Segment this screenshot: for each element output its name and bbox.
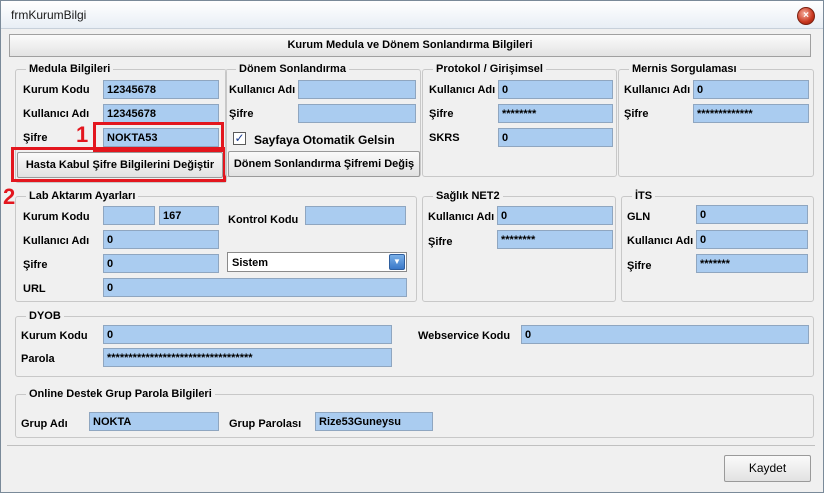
mernis-kullanici-adi-input[interactable]: 0: [693, 80, 809, 99]
save-button[interactable]: Kaydet: [724, 455, 811, 482]
saglik-sifre-label: Şifre: [428, 236, 453, 248]
its-kullanici-adi-label: Kullanıcı Adı: [627, 235, 694, 247]
lab-system-select[interactable]: Sistem ▼: [227, 252, 407, 272]
lab-sifre-label: Şifre: [23, 259, 48, 271]
annotation-box-1-button: [11, 147, 226, 182]
medula-legend: Medula Bilgileri: [29, 63, 111, 75]
dyob-parola-input[interactable]: **********************************: [103, 348, 392, 367]
skrs-input[interactable]: 0: [498, 128, 613, 147]
lab-kurum-kodu-input-1[interactable]: [103, 206, 155, 225]
mernis-sifre-input[interactable]: *************: [693, 104, 809, 123]
gln-input[interactable]: 0: [696, 205, 808, 224]
its-legend: İTS: [635, 190, 653, 202]
chevron-down-icon[interactable]: ▼: [389, 254, 405, 270]
lab-system-select-value: Sistem: [232, 257, 269, 269]
donem-change-password-button[interactable]: Dönem Sonlandırma Şifremi Değiş: [228, 151, 420, 177]
medula-sifre-label: Şifre: [23, 132, 48, 144]
medula-kullanici-adi-label: Kullanıcı Adı: [23, 108, 90, 120]
dyob-kurum-kodu-input[interactable]: 0: [103, 325, 392, 344]
its-kullanici-adi-input[interactable]: 0: [696, 230, 808, 249]
donem-kullanici-adi-input[interactable]: [298, 80, 416, 99]
medula-kurum-kodu-label: Kurum Kodu: [23, 84, 90, 96]
close-icon: ×: [803, 10, 809, 21]
auto-open-checkbox-label: Sayfaya Otomatik Gelsin: [254, 133, 395, 147]
url-input[interactable]: 0: [103, 278, 407, 297]
lab-kurum-kodu-label: Kurum Kodu: [23, 211, 90, 223]
donem-legend: Dönem Sonlandırma: [239, 63, 346, 75]
url-label: URL: [23, 283, 46, 295]
close-button[interactable]: ×: [797, 7, 815, 25]
title-bar: frmKurumBilgi ×: [1, 1, 823, 29]
annotation-number-2: 2: [3, 184, 16, 209]
grup-parolasi-input[interactable]: Rize53Guneysu: [315, 412, 433, 431]
page-title: Kurum Medula ve Dönem Sonlandırma Bilgil…: [9, 34, 811, 57]
lab-kurum-kodu-input-2[interactable]: 167: [159, 206, 219, 225]
skrs-label: SKRS: [429, 132, 460, 144]
gln-label: GLN: [627, 211, 651, 223]
annotation-number-1: 1: [76, 122, 89, 147]
lab-legend: Lab Aktarım Ayarları: [29, 190, 136, 202]
window-title: frmKurumBilgi: [11, 8, 87, 22]
mernis-sifre-label: Şifre: [624, 108, 649, 120]
protokol-sifre-input[interactable]: ********: [498, 104, 613, 123]
its-sifre-input[interactable]: *******: [696, 254, 808, 273]
saglik-kullanici-adi-input[interactable]: 0: [497, 206, 613, 225]
online-legend: Online Destek Grup Parola Bilgileri: [29, 388, 212, 400]
dyob-parola-label: Parola: [21, 353, 55, 365]
window: frmKurumBilgi × Kurum Medula ve Dönem So…: [0, 0, 824, 493]
mernis-kullanici-adi-label: Kullanıcı Adı: [624, 84, 691, 96]
protokol-kullanici-adi-input[interactable]: 0: [498, 80, 613, 99]
dyob-legend: DYOB: [29, 310, 61, 322]
donem-kullanici-adi-label: Kullanıcı Adı: [229, 84, 296, 96]
webservice-kodu-input[interactable]: 0: [521, 325, 809, 344]
its-sifre-label: Şifre: [627, 260, 652, 272]
donem-sifre-label: Şifre: [229, 108, 254, 120]
kontrol-kodu-label: Kontrol Kodu: [228, 214, 299, 226]
lab-kullanici-adi-label: Kullanıcı Adı: [23, 235, 90, 247]
donem-sifre-input[interactable]: [298, 104, 416, 123]
grup-adi-input[interactable]: NOKTA: [89, 412, 219, 431]
mernis-legend: Mernis Sorgulaması: [632, 63, 737, 75]
medula-kurum-kodu-input[interactable]: 12345678: [103, 80, 219, 99]
grup-parolasi-label: Grup Parolası: [229, 418, 302, 430]
saglik-legend: Sağlık NET2: [436, 190, 500, 202]
protokol-sifre-label: Şifre: [429, 108, 454, 120]
grup-adi-label: Grup Adı: [21, 418, 68, 430]
lab-kullanici-adi-input[interactable]: 0: [103, 230, 219, 249]
lab-sifre-input[interactable]: 0: [103, 254, 219, 273]
saglik-sifre-input[interactable]: ********: [497, 230, 613, 249]
footer-divider: [7, 445, 815, 446]
webservice-kodu-label: Webservice Kodu: [418, 330, 511, 342]
kontrol-kodu-input[interactable]: [305, 206, 406, 225]
saglik-kullanici-adi-label: Kullanıcı Adı: [428, 211, 495, 223]
medula-kullanici-adi-input[interactable]: 12345678: [103, 104, 219, 123]
protokol-kullanici-adi-label: Kullanıcı Adı: [429, 84, 496, 96]
protokol-legend: Protokol / Girişimsel: [436, 63, 543, 75]
auto-open-checkbox[interactable]: ✓: [233, 132, 246, 145]
dyob-kurum-kodu-label: Kurum Kodu: [21, 330, 88, 342]
